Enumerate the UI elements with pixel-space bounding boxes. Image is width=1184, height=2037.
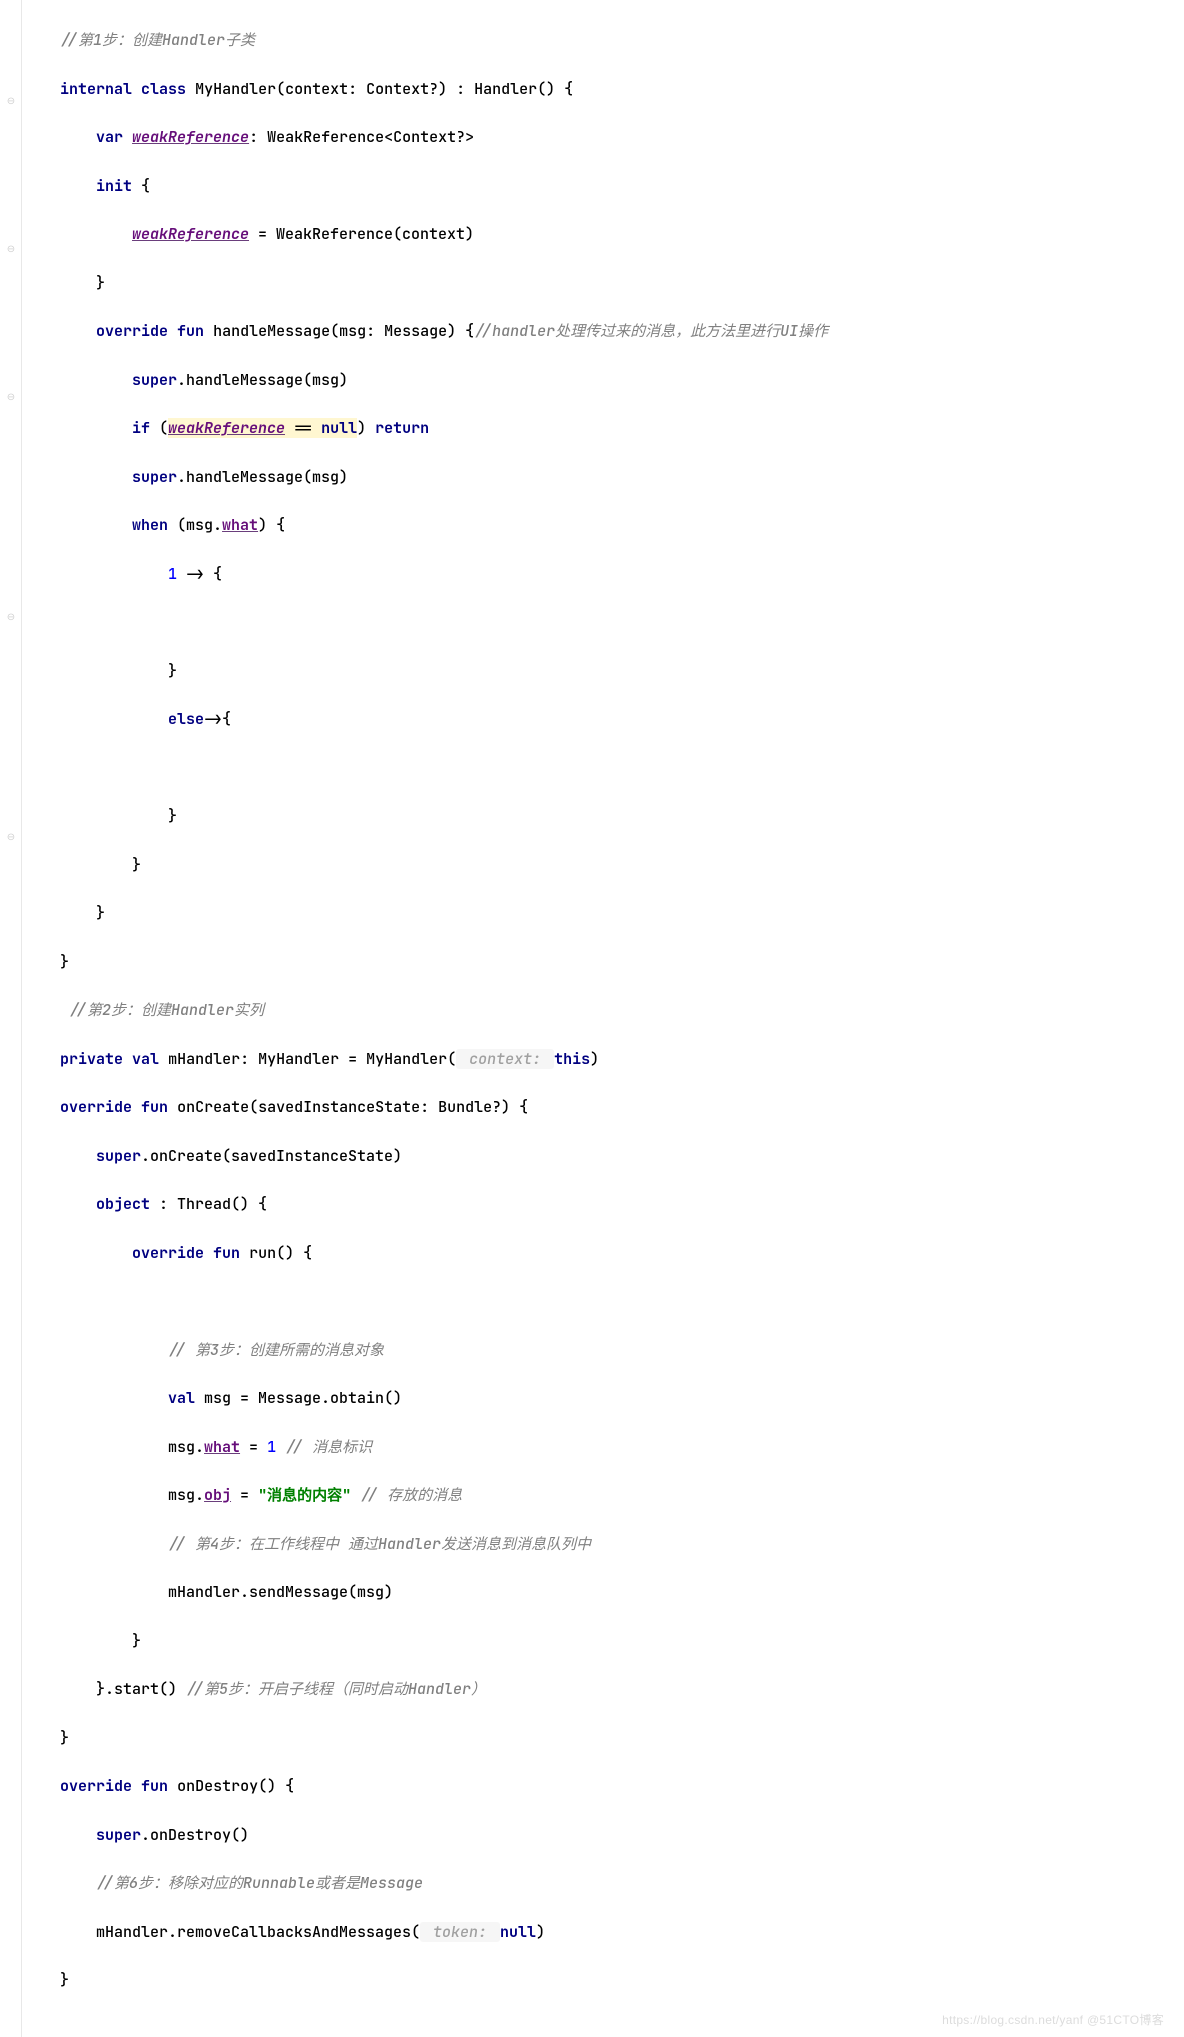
code-line: super.handleMessage(msg) [60, 465, 1184, 490]
code-line: } [60, 659, 1184, 684]
code-line: super.onCreate(savedInstanceState) [60, 1144, 1184, 1169]
code-line: } [60, 1629, 1184, 1654]
field-ref: what [204, 1437, 240, 1457]
code-line: //第6步：移除对应的Runnable或者是Message [60, 1871, 1184, 1896]
code-line [60, 1289, 1184, 1314]
code-line: private val mHandler: MyHandler = MyHand… [60, 1047, 1184, 1072]
field-ref: weakReference [132, 127, 249, 147]
code-line: } [60, 950, 1184, 975]
gutter-fold-icon[interactable]: ⊖ [4, 610, 18, 624]
code-line: //第2步：创建Handler实列 [60, 998, 1184, 1023]
code-line: override fun onCreate(savedInstanceState… [60, 1095, 1184, 1120]
gutter-fold-icon[interactable]: ⊖ [4, 242, 18, 256]
code-line: // 第4步：在工作线程中 通过Handler发送消息到消息队列中 [60, 1532, 1184, 1557]
parameter-hint: token: [420, 1922, 500, 1942]
code-line: 1 -> { [60, 562, 1184, 587]
field-ref: what [222, 515, 258, 535]
watermark-text: https://blog.csdn.net/yanf @51CTO博客 [942, 2011, 1164, 2030]
code-line [60, 756, 1184, 781]
code-line: init { [60, 174, 1184, 199]
code-line: override fun onDestroy() { [60, 1774, 1184, 1799]
code-line: mHandler.sendMessage(msg) [60, 1580, 1184, 1605]
code-line: object : Thread() { [60, 1192, 1184, 1217]
code-line: //第1步：创建Handler子类 [60, 28, 1184, 53]
code-line: mHandler.removeCallbacksAndMessages( tok… [60, 1920, 1184, 1945]
code-line: msg.what = 1 // 消息标识 [60, 1435, 1184, 1460]
code-line: } [60, 271, 1184, 296]
field-ref: weakReference [132, 224, 249, 244]
gutter-fold-icon[interactable]: ⊖ [4, 390, 18, 404]
field-ref: obj [204, 1485, 231, 1505]
code-line: weakReference = WeakReference(context) [60, 222, 1184, 247]
code-line: msg.obj = "消息的内容" // 存放的消息 [60, 1483, 1184, 1508]
code-line: } [60, 901, 1184, 926]
code-line: // 第3步：创建所需的消息对象 [60, 1338, 1184, 1363]
code-line: if (weakReference == null) return [60, 416, 1184, 441]
code-line: override fun run() { [60, 1241, 1184, 1266]
code-line: } [60, 853, 1184, 878]
code-line: var weakReference: WeakReference<Context… [60, 125, 1184, 150]
code-line: } [60, 804, 1184, 829]
code-line: } [60, 1968, 1184, 1993]
code-line: super.handleMessage(msg) [60, 368, 1184, 393]
code-line: }.start() //第5步：开启子线程（同时启动Handler） [60, 1677, 1184, 1702]
code-line: override fun handleMessage(msg: Message)… [60, 319, 1184, 344]
field-ref: weakReference [168, 418, 285, 438]
editor-gutter: ⊖ ⊖ ⊖ ⊖ ⊖ [0, 0, 22, 2037]
code-line: super.onDestroy() [60, 1823, 1184, 1848]
code-line: } [60, 1726, 1184, 1751]
code-line: val msg = Message.obtain() [60, 1386, 1184, 1411]
gutter-fold-icon[interactable]: ⊖ [4, 94, 18, 108]
gutter-fold-icon[interactable]: ⊖ [4, 830, 18, 844]
code-line [60, 610, 1184, 635]
code-line: else->{ [60, 707, 1184, 732]
comment-text: //第1步：创建Handler子类 [60, 30, 255, 50]
code-line: internal class MyHandler(context: Contex… [60, 77, 1184, 102]
parameter-hint: context: [456, 1049, 554, 1069]
code-line: when (msg.what) { [60, 513, 1184, 538]
code-editor-content[interactable]: //第1步：创建Handler子类 internal class MyHandl… [0, 4, 1184, 2017]
